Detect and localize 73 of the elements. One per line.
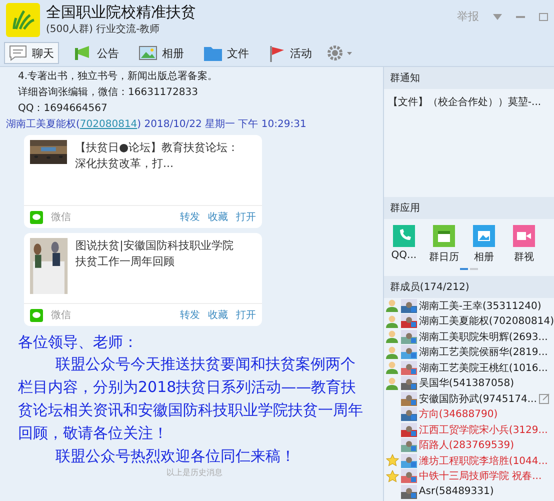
toolbar-tab[interactable]: 公告 — [69, 42, 124, 64]
chat-icon — [9, 45, 27, 61]
star-icon — [386, 454, 399, 468]
photo-icon — [139, 46, 157, 60]
flag-icon — [269, 44, 285, 62]
window-title: 全国职业院校精准扶贫 — [46, 3, 196, 22]
phone-icon — [392, 225, 415, 247]
article-source: 微信 — [51, 309, 71, 322]
group-subtitle: (500人群) 行业交流-教师 — [46, 22, 161, 36]
group-app[interactable]: QQ... — [388, 225, 420, 264]
person-icon — [386, 346, 398, 359]
group-app[interactable]: 群视 — [508, 225, 540, 264]
member-name[interactable]: 陌路人(283769539) — [418, 438, 514, 452]
member-name[interactable]: 湖南工艺美院王桃红(1016... — [418, 360, 548, 375]
maximize-icon[interactable] — [539, 12, 548, 20]
logo-icon — [6, 3, 40, 37]
video-camera-icon — [512, 225, 535, 247]
group-app[interactable]: 相册 — [468, 225, 500, 264]
group-app[interactable]: 群日历 — [428, 225, 460, 264]
member-name[interactable]: 江西工贸学院宋小兵(3129... — [418, 422, 548, 437]
wechat-icon — [30, 308, 43, 322]
member-name[interactable]: 湖南工美-王幸(35311240) — [418, 298, 542, 313]
article-title: 【扶贫日●论坛】教育扶贫论坛：深化扶贫改革，打... — [74, 140, 240, 172]
card-action-link[interactable]: 打开 — [236, 210, 256, 224]
notice-text[interactable]: 【文件】（校企合作处））莫堃-... — [388, 97, 542, 108]
person-icon — [386, 376, 398, 390]
card-action-link[interactable]: 转发 — [180, 210, 200, 224]
star-icon — [386, 470, 399, 483]
message-sender: 湖南工美夏能权(702080814) 2018/10/22 星期一 下午 10:29:31 — [6, 118, 308, 132]
section-header: 群成员(174/212) — [384, 276, 554, 298]
member-name[interactable]: 中铁十三局技师学院 祝春... — [418, 469, 542, 484]
megaphone-icon — [74, 45, 92, 61]
minimize-icon[interactable] — [516, 16, 525, 18]
message-text: 4.专著出书，独立书号，新闻出版总署备案。 — [17, 70, 219, 84]
toolbar-tab[interactable]: 文件 — [199, 42, 254, 64]
message-text: QQ：1694664567 — [17, 102, 108, 116]
toolbar-tab[interactable]: 活动 — [264, 42, 317, 64]
history-notice: 以上是历史消息 — [165, 468, 224, 477]
card-action-link[interactable]: 收藏 — [208, 210, 228, 224]
toolbar-tab[interactable]: 聊天 — [4, 42, 59, 64]
member-name[interactable]: 湖南工艺美院侯丽华(2819... — [418, 345, 548, 360]
calendar-icon — [432, 225, 455, 247]
wechat-icon — [30, 210, 43, 224]
message-text: 各位领导、老师： — [18, 332, 139, 353]
edit-icon[interactable] — [538, 393, 550, 404]
toolbar-tab[interactable]: 相册 — [134, 42, 189, 64]
card-action-link[interactable]: 收藏 — [208, 308, 228, 322]
folder-icon — [204, 46, 222, 60]
person-icon — [386, 330, 398, 344]
message-text: 详细咨询张编辑，微信：16631172833 — [17, 86, 199, 100]
member-name[interactable]: 湖南工美职院朱明辉(2693... — [418, 330, 548, 344]
member-name[interactable]: Asr(58489331) — [418, 486, 494, 498]
person-icon — [386, 314, 398, 328]
article-title: 图说扶贫|安徽国防科技职业学院扶贫工作一周年回顾 — [76, 238, 234, 270]
shared-article-card[interactable]: 图说扶贫|安徽国防科技职业学院扶贫工作一周年回顾 微信 转发 收藏 打开 — [24, 233, 262, 326]
member-name[interactable]: 安徽国防孙武(9745174... — [418, 392, 537, 406]
section-header: 群通知 — [384, 67, 554, 89]
section-header: 群应用 — [384, 197, 554, 219]
caret-icon[interactable] — [493, 14, 502, 20]
settings-icon[interactable] — [327, 45, 353, 61]
shared-article-card[interactable]: 【扶贫日●论坛】教育扶贫论坛：深化扶贫改革，打... 微信 转发 收藏 打开 — [24, 135, 262, 228]
photo-icon — [472, 225, 495, 247]
member-name[interactable]: 潍坊工程职院李培胜(1044... — [418, 454, 548, 468]
message-paragraph: 联盟公众号今天推送扶贫要闻和扶贫案例两个栏目内容，分别为2018扶贫日系列活动——教育扶贫论坛相关资讯和安徽国防科技职业学院扶贫一周年回顾，敬请各位关注！ — [17, 354, 364, 444]
member-name[interactable]: 吴国华(541387058) — [418, 376, 514, 390]
member-name[interactable]: 湖南工美夏能权(702080814) — [418, 314, 554, 328]
member-name[interactable]: 方向(34688790) — [418, 407, 498, 422]
person-icon — [386, 299, 398, 312]
person-icon — [386, 361, 398, 374]
message-paragraph: 联盟公众号热烈欢迎各位同仁来稿！ — [54, 446, 296, 467]
card-action-link[interactable]: 转发 — [180, 308, 200, 322]
article-source: 微信 — [51, 211, 71, 224]
card-action-link[interactable]: 打开 — [236, 308, 256, 322]
